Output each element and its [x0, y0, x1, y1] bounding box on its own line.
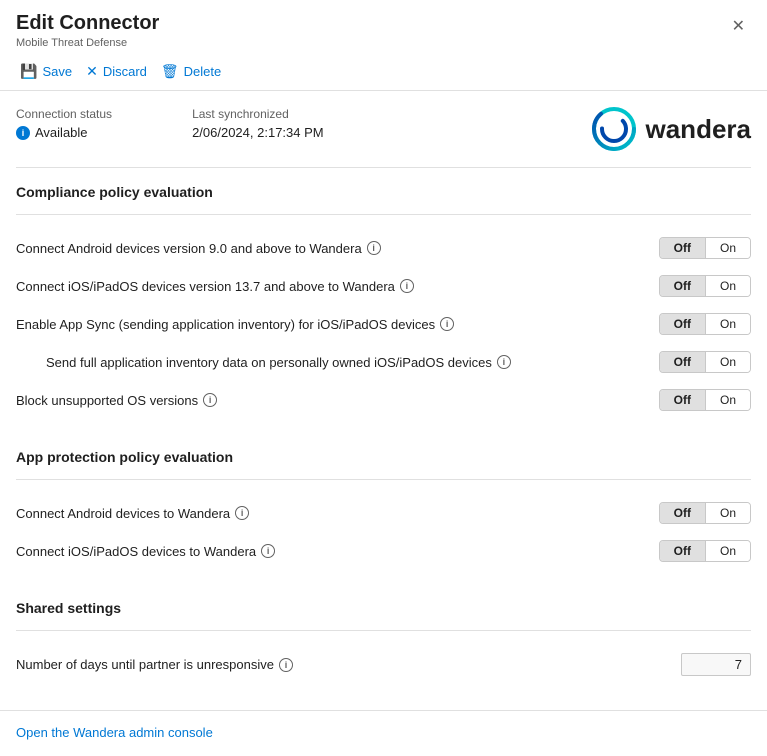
toggle-on-block-unsupported[interactable]: On	[706, 390, 750, 410]
toggle-off-android-compliance[interactable]: Off	[660, 238, 705, 258]
toggle-app-sync: OffOn	[659, 313, 751, 335]
edit-connector-dialog: Edit Connector Mobile Threat Defense ✕ 💾…	[0, 0, 767, 756]
toggle-off-android-app-protection[interactable]: Off	[660, 503, 705, 523]
dialog-header: Edit Connector Mobile Threat Defense ✕	[0, 0, 767, 53]
toggle-ios-app-protection: OffOn	[659, 540, 751, 562]
toggle-on-android-app-protection[interactable]: On	[706, 503, 750, 523]
sync-col: Last synchronized 2/06/2024, 2:17:34 PM	[192, 107, 324, 140]
save-label: Save	[42, 64, 72, 79]
discard-button[interactable]: ✕ Discard	[82, 59, 157, 84]
setting-row-app-sync: Enable App Sync (sending application inv…	[16, 305, 751, 343]
setting-row-android-app-protection: Connect Android devices to Wandera i OffO…	[16, 494, 751, 532]
toggle-on-app-sync[interactable]: On	[706, 314, 750, 334]
input-days-unresponsive[interactable]	[681, 653, 751, 676]
wandera-name-text: wandera	[646, 114, 752, 145]
info-icon-android-compliance: i	[367, 241, 381, 255]
delete-icon: 🗑	[161, 63, 179, 80]
setting-label-days-unresponsive: Number of days until partner is unrespon…	[16, 657, 293, 672]
section-shared: Shared settings Number of days until part…	[16, 600, 751, 694]
main-content: Connection status i Available Last synch…	[0, 91, 767, 704]
setting-row-block-unsupported: Block unsupported OS versions i OffOn	[16, 381, 751, 419]
connection-status-col: Connection status i Available	[16, 107, 112, 140]
sync-value: 2/06/2024, 2:17:34 PM	[192, 125, 324, 140]
section-title-app-protection: App protection policy evaluation	[16, 449, 751, 465]
section-title-compliance: Compliance policy evaluation	[16, 184, 751, 200]
setting-label-full-inventory: Send full application inventory data on …	[16, 355, 511, 370]
connection-row: Connection status i Available Last synch…	[16, 107, 751, 168]
info-icon-ios-app-protection: i	[261, 544, 275, 558]
toggle-android-app-protection: OffOn	[659, 502, 751, 524]
sections-container: Compliance policy evaluation Connect Andr…	[16, 184, 751, 694]
wandera-admin-link[interactable]: Open the Wandera admin console	[16, 725, 213, 740]
section-compliance: Compliance policy evaluation Connect Andr…	[16, 184, 751, 439]
toggle-off-app-sync[interactable]: Off	[660, 314, 705, 334]
setting-label-ios-compliance: Connect iOS/iPadOS devices version 13.7 …	[16, 279, 414, 294]
info-icon-full-inventory: i	[497, 355, 511, 369]
setting-row-ios-compliance: Connect iOS/iPadOS devices version 13.7 …	[16, 267, 751, 305]
toggle-on-ios-compliance[interactable]: On	[706, 276, 750, 296]
toggle-off-block-unsupported[interactable]: Off	[660, 390, 705, 410]
info-icon-android-app-protection: i	[235, 506, 249, 520]
status-info-icon: i	[16, 126, 30, 140]
toggle-on-full-inventory[interactable]: On	[706, 352, 750, 372]
dialog-title: Edit Connector	[16, 12, 159, 35]
setting-label-android-app-protection: Connect Android devices to Wandera i	[16, 506, 249, 521]
section-divider-compliance	[16, 214, 751, 215]
setting-label-android-compliance: Connect Android devices version 9.0 and …	[16, 241, 381, 256]
save-button[interactable]: 💾 Save	[16, 59, 82, 84]
toggle-off-full-inventory[interactable]: Off	[660, 352, 705, 372]
section-divider-shared	[16, 630, 751, 631]
toggle-on-android-compliance[interactable]: On	[706, 238, 750, 258]
connection-status-value: i Available	[16, 125, 112, 140]
wandera-logo-icon	[592, 107, 636, 151]
save-icon: 💾	[20, 63, 37, 80]
toggle-ios-compliance: OffOn	[659, 275, 751, 297]
info-icon-days-unresponsive: i	[279, 658, 293, 672]
toggle-android-compliance: OffOn	[659, 237, 751, 259]
discard-icon: ✕	[86, 63, 98, 80]
connection-status-label: Connection status	[16, 107, 112, 121]
toggle-block-unsupported: OffOn	[659, 389, 751, 411]
setting-row-ios-app-protection: Connect iOS/iPadOS devices to Wandera i O…	[16, 532, 751, 570]
section-app-protection: App protection policy evaluation Connect …	[16, 449, 751, 590]
connection-info: Connection status i Available Last synch…	[16, 107, 592, 140]
setting-row-android-compliance: Connect Android devices version 9.0 and …	[16, 229, 751, 267]
sync-date: 2/06/2024, 2:17:34 PM	[192, 125, 324, 140]
toggle-full-inventory: OffOn	[659, 351, 751, 373]
dialog-subtitle: Mobile Threat Defense	[16, 37, 159, 49]
setting-label-app-sync: Enable App Sync (sending application inv…	[16, 317, 454, 332]
status-text: Available	[35, 125, 88, 140]
footer: Open the Wandera admin console	[0, 710, 767, 756]
info-icon-ios-compliance: i	[400, 279, 414, 293]
delete-button[interactable]: 🗑 Delete	[157, 59, 231, 84]
close-button[interactable]: ✕	[726, 12, 751, 40]
discard-label: Discard	[103, 64, 147, 79]
section-title-shared: Shared settings	[16, 600, 751, 616]
toggle-off-ios-compliance[interactable]: Off	[660, 276, 705, 296]
header-left: Edit Connector Mobile Threat Defense	[16, 12, 159, 49]
setting-row-full-inventory: Send full application inventory data on …	[16, 343, 751, 381]
toggle-off-ios-app-protection[interactable]: Off	[660, 541, 705, 561]
delete-label: Delete	[184, 64, 222, 79]
wandera-logo: wandera	[592, 107, 752, 151]
section-divider-app-protection	[16, 479, 751, 480]
info-icon-block-unsupported: i	[203, 393, 217, 407]
sync-label: Last synchronized	[192, 107, 324, 121]
toggle-on-ios-app-protection[interactable]: On	[706, 541, 750, 561]
setting-row-days-unresponsive: Number of days until partner is unrespon…	[16, 645, 751, 684]
setting-label-block-unsupported: Block unsupported OS versions i	[16, 393, 217, 408]
toolbar: 💾 Save ✕ Discard 🗑 Delete	[0, 53, 767, 91]
setting-label-ios-app-protection: Connect iOS/iPadOS devices to Wandera i	[16, 544, 275, 559]
info-icon-app-sync: i	[440, 317, 454, 331]
